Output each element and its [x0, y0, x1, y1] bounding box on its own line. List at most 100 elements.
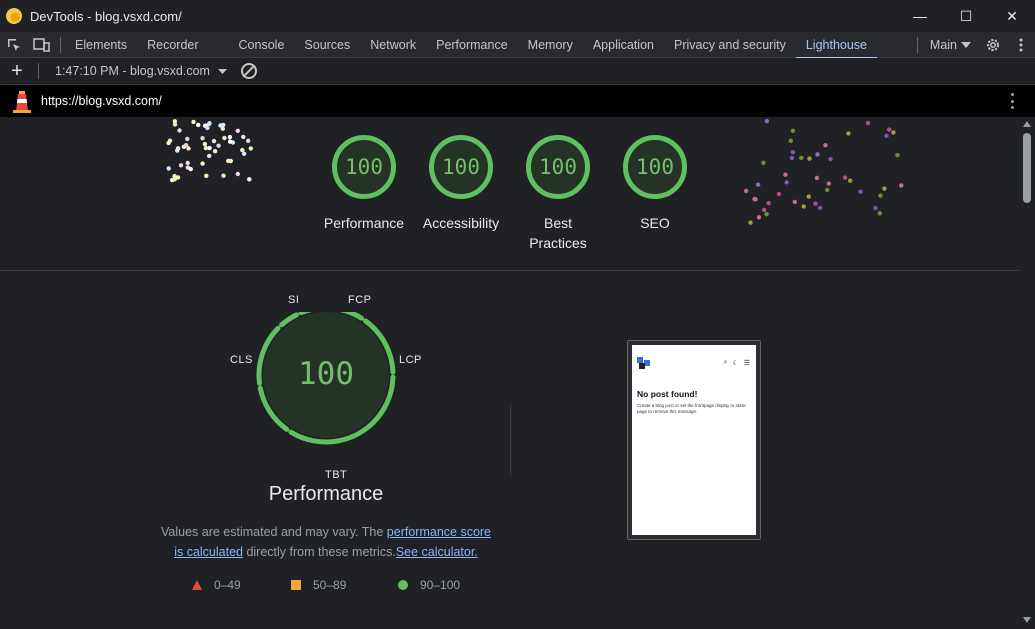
confetti-dot	[789, 155, 795, 161]
content-scrollbar[interactable]	[1019, 117, 1035, 629]
confetti-dot	[899, 183, 904, 188]
tab-privacy-and-security[interactable]: Privacy and security	[664, 32, 796, 58]
confetti-dot	[766, 201, 771, 206]
confetti-dot	[216, 143, 221, 148]
scroll-down-arrow-icon[interactable]	[1023, 617, 1031, 623]
confetti-dot	[882, 186, 887, 191]
confetti-dot	[226, 158, 231, 164]
confetti-dot	[204, 173, 209, 178]
confetti-dot	[865, 120, 871, 126]
chevron-down-icon	[961, 42, 971, 48]
confetti-dot	[166, 140, 171, 146]
confetti-dot	[764, 118, 770, 124]
minimize-button[interactable]: —	[897, 0, 943, 32]
metric-tbt-label: TBT	[325, 469, 348, 481]
confetti-dot	[200, 136, 205, 141]
confetti-dot	[755, 182, 761, 187]
gauge-best-practices[interactable]: 100 Best Practices	[508, 135, 608, 253]
confetti-dot	[178, 163, 184, 168]
scroll-thumb[interactable]	[1023, 133, 1031, 203]
tab-elements[interactable]: Elements	[65, 32, 137, 58]
confetti-dot	[858, 189, 863, 194]
confetti-dot	[784, 180, 789, 185]
confetti-dot	[175, 148, 180, 153]
confetti-dot	[211, 138, 217, 144]
confetti-dot	[873, 205, 878, 211]
gauge-label: Best Practices	[529, 215, 587, 251]
confetti-dot	[817, 205, 823, 211]
confetti-dot	[764, 212, 769, 217]
confetti-left-decoration	[166, 119, 253, 183]
device-toolbar-icon[interactable]	[28, 32, 56, 58]
performance-section: 100 SI FCP LCP TBT CLS Performance Value…	[0, 272, 1019, 629]
close-button[interactable]: ✕	[989, 0, 1035, 32]
tab-application[interactable]: Application	[583, 32, 664, 58]
confetti-dot	[212, 149, 218, 154]
metric-si-label: SI	[288, 294, 300, 306]
confetti-dot	[790, 150, 796, 155]
toolbar-separator	[916, 37, 918, 53]
gauge-performance[interactable]: 100 Performance	[314, 135, 414, 233]
confetti-dot	[222, 135, 227, 141]
tab-lighthouse[interactable]: Lighthouse	[795, 32, 878, 59]
confetti-dot	[887, 127, 892, 132]
report-select-label: 1:47:10 PM - blog.vsxd.com	[55, 64, 210, 78]
report-select[interactable]: 1:47:10 PM - blog.vsxd.com	[55, 64, 227, 78]
confetti-dot	[788, 138, 793, 143]
confetti-right-decoration	[743, 118, 904, 225]
confetti-dot	[792, 199, 797, 205]
hamburger-icon: ☰	[743, 360, 750, 367]
legend-average: 50–89	[291, 578, 346, 592]
inspect-element-icon[interactable]	[0, 32, 28, 58]
maximize-button[interactable]: ☐	[943, 0, 989, 32]
confetti-dot	[790, 128, 796, 133]
confetti-dot	[172, 122, 178, 127]
target-select[interactable]: Main	[922, 38, 979, 52]
final-screenshot[interactable]: ⌕ ☾ ☰ No post found! Create a blog post …	[627, 340, 761, 540]
score-legend: 0–49 50–89 90–100	[192, 578, 492, 598]
confetti-dot	[799, 155, 804, 161]
confetti-dot	[807, 156, 812, 161]
report-menu-icon[interactable]	[1011, 93, 1015, 109]
confetti-dot	[203, 145, 209, 151]
report-url[interactable]: https://blog.vsxd.com/	[41, 94, 162, 108]
confetti-dot	[884, 133, 889, 138]
settings-gear-icon[interactable]	[979, 32, 1007, 58]
confetti-dot	[826, 181, 831, 186]
toolbar-separator	[38, 63, 39, 79]
tab-performance[interactable]: Performance	[426, 32, 518, 58]
confetti-dot	[813, 201, 818, 206]
confetti-dot	[207, 153, 212, 159]
confetti-dot	[846, 131, 851, 136]
more-options-icon[interactable]	[1007, 32, 1035, 58]
tab-network[interactable]: Network	[360, 32, 426, 58]
screenshot-text: Create a blog post or set the frontpage …	[637, 403, 747, 414]
tab-memory[interactable]: Memory	[518, 32, 583, 58]
clear-reports-icon[interactable]	[240, 63, 257, 79]
gauge-seo[interactable]: 100 SEO	[605, 135, 705, 233]
confetti-dot	[815, 152, 820, 157]
new-report-button[interactable]: +	[0, 58, 34, 84]
tab-sources[interactable]: Sources	[294, 32, 360, 58]
confetti-dot	[748, 220, 753, 225]
tab-console[interactable]: Console	[229, 32, 295, 58]
scroll-up-arrow-icon[interactable]	[1023, 121, 1031, 127]
tabbar-right: Main	[913, 32, 1035, 58]
confetti-dot	[848, 178, 853, 183]
performance-title: Performance	[268, 483, 384, 505]
gauge-score: 100	[429, 135, 493, 199]
tab-recorder[interactable]: Recorder	[137, 32, 228, 58]
desc-text: Values are estimated and may vary. The	[160, 525, 387, 539]
confetti-dot	[185, 136, 190, 142]
target-select-label: Main	[929, 38, 957, 52]
metric-cls-label: CLS	[230, 354, 253, 366]
confetti-dot	[196, 122, 201, 128]
average-square-icon	[291, 580, 301, 590]
confetti-dot	[177, 128, 182, 133]
legend-range: 0–49	[214, 578, 241, 592]
gauge-accessibility[interactable]: 100 Accessibility	[411, 135, 511, 233]
confetti-dot	[776, 191, 782, 197]
see-calculator-link[interactable]: See calculator.	[396, 545, 478, 559]
gauge-label: SEO	[640, 215, 670, 231]
confetti-dot	[756, 215, 762, 220]
